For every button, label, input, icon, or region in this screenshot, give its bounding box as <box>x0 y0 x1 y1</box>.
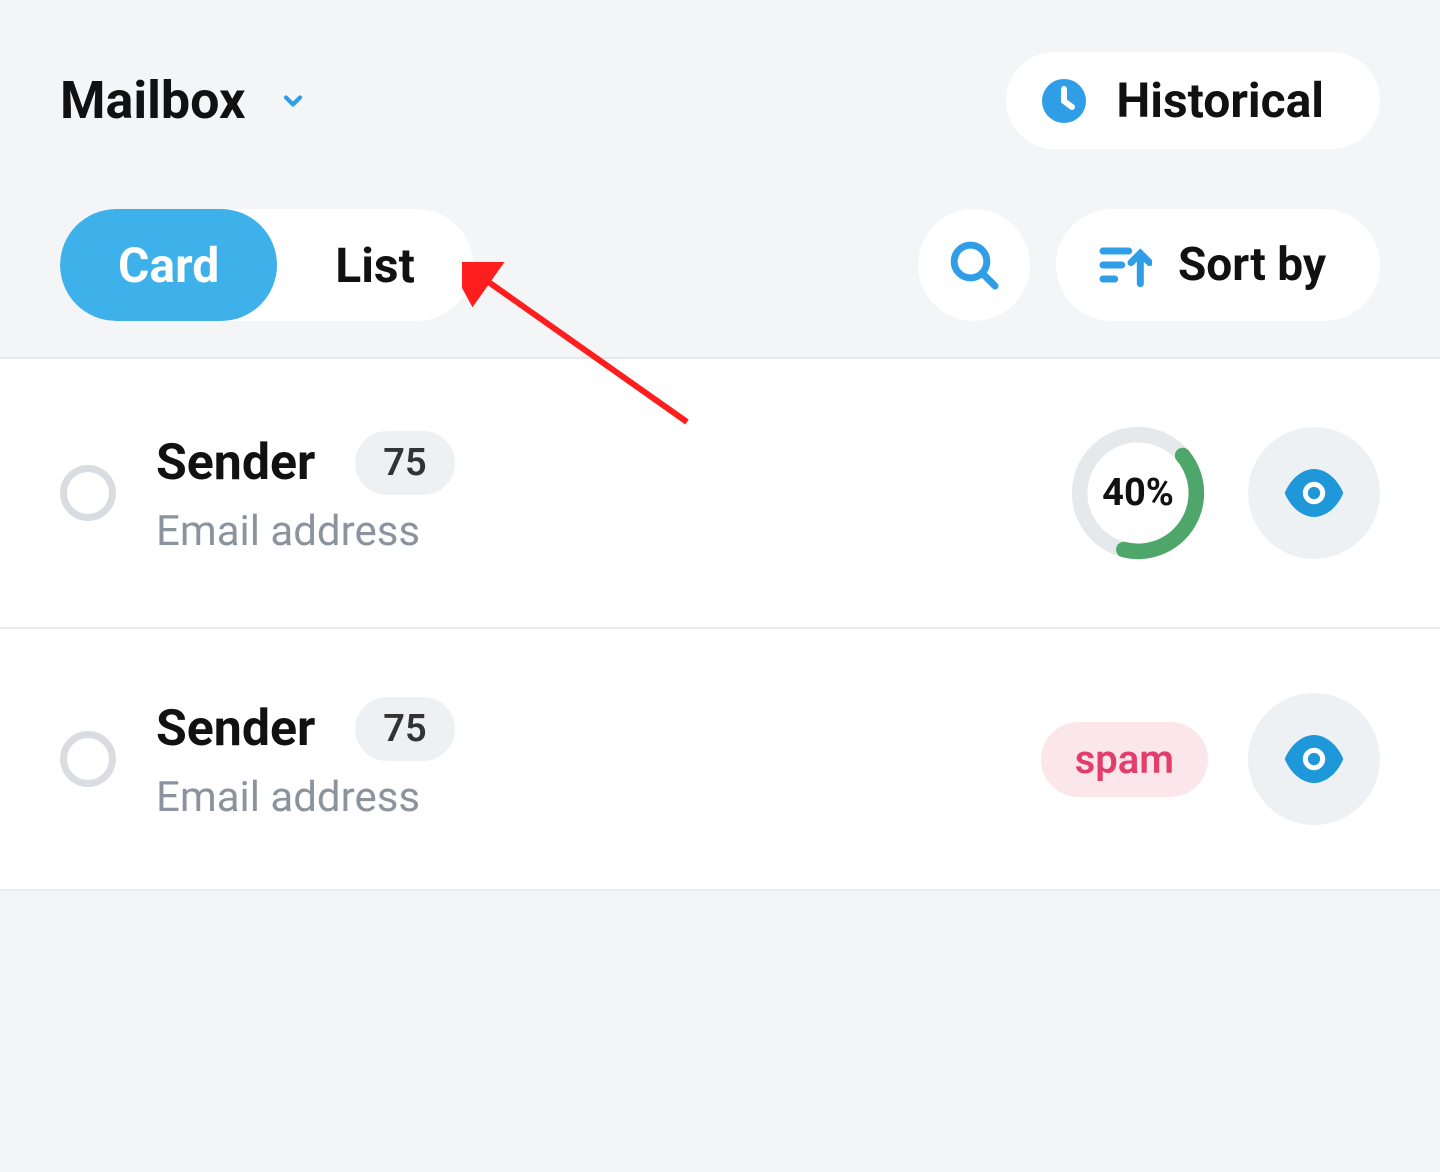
view-card-button[interactable]: Card <box>60 209 277 321</box>
clock-icon <box>1040 77 1088 125</box>
sender-name: Sender <box>156 434 315 492</box>
list-item[interactable]: Sender 75 Email address spam <box>0 629 1440 891</box>
sender-email: Email address <box>156 507 1028 556</box>
page-title: Mailbox <box>60 70 245 131</box>
view-button[interactable] <box>1248 693 1380 825</box>
count-badge: 75 <box>355 697 454 761</box>
sender-name: Sender <box>156 700 315 758</box>
historical-button[interactable]: Historical <box>1006 52 1380 149</box>
view-button[interactable] <box>1248 427 1380 559</box>
progress-text: 40% <box>1068 423 1208 563</box>
select-radio[interactable] <box>60 731 116 787</box>
row-main: Sender 75 Email address <box>156 431 1028 556</box>
count-badge: 75 <box>355 431 454 495</box>
header: Mailbox Historical <box>0 0 1440 149</box>
eye-icon <box>1282 461 1346 525</box>
sort-button[interactable]: Sort by <box>1056 209 1380 321</box>
chevron-down-icon <box>279 87 307 115</box>
sender-email: Email address <box>156 773 1001 822</box>
spam-badge: spam <box>1041 722 1208 797</box>
view-toggle: Card List <box>60 209 473 321</box>
sort-label: Sort by <box>1178 238 1326 292</box>
search-button[interactable] <box>918 209 1030 321</box>
eye-icon <box>1282 727 1346 791</box>
select-radio[interactable] <box>60 465 116 521</box>
sort-icon <box>1096 237 1152 293</box>
mail-list: Sender 75 Email address 40% Sender <box>0 357 1440 891</box>
toolbar: Card List Sort by <box>60 209 1380 321</box>
progress-ring: 40% <box>1068 423 1208 563</box>
view-list-button[interactable]: List <box>277 209 473 321</box>
search-icon <box>946 237 1002 293</box>
historical-label: Historical <box>1116 72 1324 129</box>
row-main: Sender 75 Email address <box>156 697 1001 822</box>
list-item[interactable]: Sender 75 Email address 40% <box>0 359 1440 629</box>
title-dropdown[interactable]: Mailbox <box>60 70 307 131</box>
